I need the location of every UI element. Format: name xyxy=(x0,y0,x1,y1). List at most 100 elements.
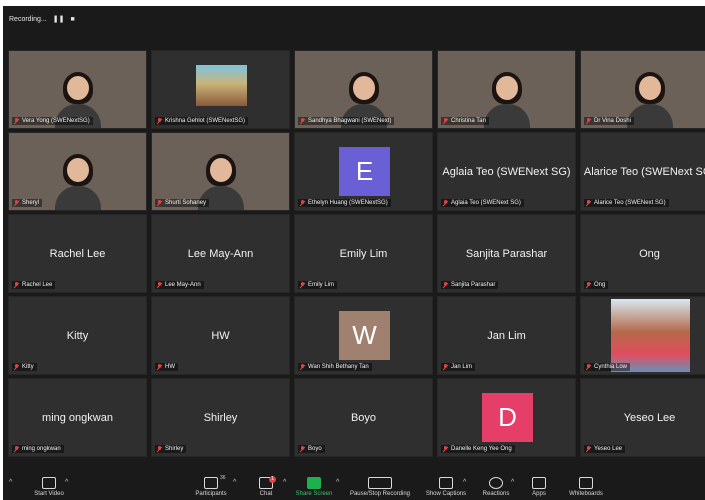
participant-name-label: ming ongkwan xyxy=(12,445,64,453)
chat-badge: 1 xyxy=(269,476,276,483)
participant-tile[interactable]: Kitty Kitty xyxy=(8,296,147,375)
participant-tile[interactable]: Shurti Sohaney xyxy=(151,132,290,211)
profile-picture xyxy=(611,299,690,372)
share-screen-button[interactable]: Share Screen xyxy=(284,477,344,497)
pause-recording-icon[interactable]: ❚❚ xyxy=(53,15,65,23)
participant-name-label: Shurti Sohaney xyxy=(155,199,210,207)
participant-name: Ethelyn Huang (SWENextSG) xyxy=(308,200,388,206)
participant-name-label: Aglaia Teo (SWENext SG) xyxy=(441,199,524,207)
participant-video xyxy=(54,154,101,210)
participant-video xyxy=(483,72,530,128)
pause-stop-recording-label: Pause/Stop Recording xyxy=(349,491,411,497)
muted-mic-icon xyxy=(586,118,591,124)
participant-tile[interactable]: Lee May-Ann Lee May-Ann xyxy=(151,214,290,293)
participant-name: Ong xyxy=(594,282,606,288)
participant-tile[interactable]: Aglaia Teo (SWENext SG) Aglaia Teo (SWENe… xyxy=(437,132,576,211)
participant-display-name: Aglaia Teo (SWENext SG) xyxy=(442,165,571,178)
share-caret-icon[interactable]: ^ xyxy=(336,479,339,486)
participant-name: HW xyxy=(165,364,175,370)
muted-mic-icon xyxy=(443,282,448,288)
participant-tile[interactable]: Sandhya Bhagwani (SWENext) xyxy=(294,50,433,129)
participant-tile[interactable]: Yeseo Lee Yeseo Lee xyxy=(580,378,705,457)
participant-name-label: Yeseo Lee xyxy=(584,445,626,453)
participant-display-name: Sanjita Parashar xyxy=(465,247,548,260)
show-captions-label: Show Captions xyxy=(425,491,467,497)
participant-tile[interactable]: HW HW xyxy=(151,296,290,375)
participant-name: Kitty xyxy=(22,364,34,370)
participants-button[interactable]: Participants xyxy=(181,477,241,497)
muted-mic-icon xyxy=(443,200,448,206)
participant-name-label: HW xyxy=(155,363,178,371)
participant-name: Alarice Teo (SWENext SG) xyxy=(594,200,666,206)
muted-mic-icon xyxy=(14,118,19,124)
participant-display-name: Emily Lim xyxy=(339,247,388,260)
muted-mic-icon xyxy=(157,364,162,370)
initial-avatar: E xyxy=(339,147,390,196)
participant-tile[interactable]: Emily Lim Emily Lim xyxy=(294,214,433,293)
participant-tile[interactable]: Ong Ong xyxy=(580,214,705,293)
participant-name: Sanjita Parashar xyxy=(451,282,496,288)
muted-mic-icon xyxy=(300,446,305,452)
pause-stop-recording-button[interactable]: Pause/Stop Recording xyxy=(340,477,420,497)
participant-name-label: Cynthia Low xyxy=(584,363,631,371)
participant-name-label: Jan Lim xyxy=(441,363,476,371)
stop-recording-icon[interactable]: ■ xyxy=(70,16,74,23)
participant-name: Shurti Sohaney xyxy=(165,200,207,206)
whiteboards-button[interactable]: Whiteboards xyxy=(556,477,616,497)
participant-tile[interactable]: Rachel Lee Rachel Lee xyxy=(8,214,147,293)
participants-count: 36 xyxy=(220,475,226,481)
muted-mic-icon xyxy=(157,446,162,452)
muted-mic-icon xyxy=(14,446,19,452)
participant-name: Krishna Gehlot (SWENextSG) xyxy=(165,118,246,124)
participant-name: Rachel Lee xyxy=(22,282,53,288)
participant-name: Aglaia Teo (SWENext SG) xyxy=(451,200,521,206)
participant-tile[interactable]: Krishna Gehlot (SWENextSG) xyxy=(151,50,290,129)
chat-label: Chat xyxy=(259,491,273,497)
participant-name-label: Lee May-Ann xyxy=(155,281,204,289)
muted-mic-icon xyxy=(157,118,162,124)
participant-name: Danelle Keng Yee Ong xyxy=(451,446,512,452)
participant-name: Christina Tan xyxy=(451,118,486,124)
muted-mic-icon xyxy=(586,282,591,288)
participant-tile[interactable]: Sheryl xyxy=(8,132,147,211)
participant-tile[interactable]: Boyo Boyo xyxy=(294,378,433,457)
participant-tile[interactable]: Dr Vina Doshi xyxy=(580,50,705,129)
participant-display-name: Shirley xyxy=(203,411,238,424)
muted-mic-icon xyxy=(443,446,448,452)
participant-tile[interactable]: E Ethelyn Huang (SWENextSG) xyxy=(294,132,433,211)
participant-name-label: Krishna Gehlot (SWENextSG) xyxy=(155,117,249,125)
participant-display-name: Jan Lim xyxy=(487,329,526,342)
start-video-button[interactable]: Start Video xyxy=(19,477,79,497)
participant-tile[interactable]: Cynthia Low xyxy=(580,296,705,375)
participant-tile[interactable]: ming ongkwan ming ongkwan xyxy=(8,378,147,457)
participant-tile[interactable]: Christina Tan xyxy=(437,50,576,129)
participant-name: Sandhya Bhagwani (SWENext) xyxy=(308,118,392,124)
muted-mic-icon xyxy=(443,118,448,124)
muted-mic-icon xyxy=(586,446,591,452)
participant-tile[interactable]: D Danelle Keng Yee Ong xyxy=(437,378,576,457)
participant-display-name: Yeseo Lee xyxy=(623,411,676,424)
video-off-icon xyxy=(42,477,56,489)
participant-tile[interactable]: Jan Lim Jan Lim xyxy=(437,296,576,375)
participant-tile[interactable]: Sanjita Parashar Sanjita Parashar xyxy=(437,214,576,293)
participant-tile[interactable]: Alarice Teo (SWENext SG) Alarice Teo (SWE… xyxy=(580,132,705,211)
participant-name-label: Ong xyxy=(584,281,609,289)
muted-mic-icon xyxy=(443,364,448,370)
video-options-caret-icon[interactable]: ^ xyxy=(65,479,68,486)
whiteboards-label: Whiteboards xyxy=(569,491,603,497)
participant-tile[interactable]: W Wan Shih Bethany Tan xyxy=(294,296,433,375)
recording-label: Recording... xyxy=(9,15,47,23)
participant-tile[interactable]: Shirley Shirley xyxy=(151,378,290,457)
muted-mic-icon xyxy=(14,282,19,288)
audio-options-caret-icon[interactable]: ^ xyxy=(9,479,12,486)
participant-name-label: Christina Tan xyxy=(441,117,489,125)
participant-tile[interactable]: Vera Yong (SWENextSG) xyxy=(8,50,147,129)
participant-name: Yeseo Lee xyxy=(594,446,623,452)
participant-name-label: Shirley xyxy=(155,445,187,453)
participant-name: Shirley xyxy=(165,446,184,452)
apps-label: Apps xyxy=(532,491,546,497)
participant-display-name: Boyo xyxy=(350,411,377,424)
gallery-grid: Vera Yong (SWENextSG) Krishna Gehlot (SWE… xyxy=(8,50,705,457)
captions-icon xyxy=(439,477,453,489)
participant-name-label: Sandhya Bhagwani (SWENext) xyxy=(298,117,395,125)
